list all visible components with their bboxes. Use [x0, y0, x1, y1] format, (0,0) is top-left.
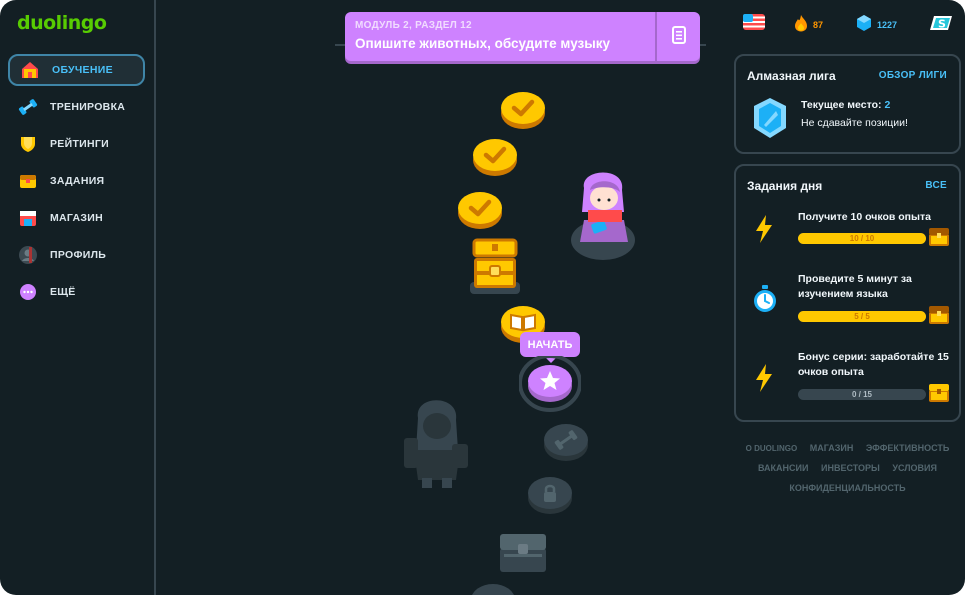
home-icon [20, 60, 40, 80]
timer-icon [752, 284, 778, 318]
unit-title: Опишите животных, обсудите музыку [355, 36, 611, 51]
league-title: Алмазная лига [747, 69, 836, 83]
lesson-node-completed[interactable] [472, 137, 518, 181]
unit-banner: МОДУЛЬ 2, РАЗДЕЛ 12 Опишите животных, об… [345, 12, 700, 61]
lightning-icon [753, 363, 775, 397]
footer-link-careers[interactable]: ВАКАНСИИ [758, 463, 808, 473]
quest-progress-label: 10 / 10 [849, 234, 875, 243]
footer-link-privacy[interactable]: КОНФИДЕНЦИАЛЬНОСТЬ [789, 483, 905, 493]
view-league-link[interactable]: ОБЗОР ЛИГИ [879, 70, 947, 81]
notebook-icon [671, 25, 687, 48]
footer-link-terms[interactable]: УСЛОВИЯ [892, 463, 937, 473]
footer-link-investors[interactable]: ИНВЕСТОРЫ [821, 463, 880, 473]
quest-progress-label: 0 / 15 [851, 390, 872, 399]
character-lily [570, 160, 636, 264]
league-message: Не сдавайте позиции! [801, 117, 908, 129]
duolingo-logo[interactable]: duolingo [17, 12, 107, 34]
avatar-icon [18, 245, 38, 265]
footer-row-1: О DUOLINGO МАГАЗИН ЭФФЕКТИВНОСТЬ [734, 443, 961, 453]
league-card: Алмазная лига ОБЗОР ЛИГИ Текущее место: … [734, 54, 961, 154]
quest-progress-label: 5 / 5 [854, 312, 870, 321]
league-place-label: Текущее место: [801, 99, 882, 111]
locked-lesson-node[interactable] [527, 475, 573, 519]
sidebar-item-more[interactable]: ЕЩЁ [8, 276, 145, 308]
quest-progress-bar: 5 / 5 [798, 311, 926, 322]
super-icon: S [928, 14, 954, 36]
svg-text:S: S [938, 18, 946, 31]
footer-row-3: КОНФИДЕНЦИАЛЬНОСТЬ [734, 483, 961, 493]
locked-chest-node[interactable] [496, 528, 550, 580]
quest-progress-bar: 0 / 15 [798, 389, 926, 400]
sidebar-item-learn[interactable]: ОБУЧЕНИЕ [8, 54, 145, 86]
treasure-chest-icon [470, 238, 520, 294]
streak-count: 87 [813, 20, 824, 30]
sidebar-item-label: ПРОФИЛЬ [50, 249, 107, 261]
footer-link-efficacy[interactable]: ЭФФЕКТИВНОСТЬ [866, 443, 949, 453]
league-place-value: 2 [884, 99, 891, 111]
start-tooltip[interactable]: НАЧАТЬ [520, 332, 580, 363]
guidebook-button[interactable] [655, 12, 700, 61]
character-locked [400, 388, 470, 494]
lightning-icon [753, 214, 775, 248]
treasure-chest-icon [18, 171, 38, 191]
sidebar-item-label: ОБУЧЕНИЕ [52, 64, 113, 76]
sidebar-item-quests[interactable]: ЗАДАНИЯ [8, 165, 145, 197]
treasure-chest-icon [928, 305, 950, 325]
lesson-node-completed[interactable] [500, 90, 546, 134]
sidebar: duolingo ОБУЧЕНИЕ ТРЕНИРОВКА РЕЙТИНГИ ЗА… [0, 0, 156, 595]
divider [335, 44, 345, 46]
chest-node-open[interactable] [468, 236, 522, 300]
league-place: Текущее место: 2 [801, 99, 890, 111]
gems-count: 1227 [877, 20, 898, 30]
us-flag-icon [743, 14, 765, 34]
sidebar-item-label: МАГАЗИН [50, 212, 104, 224]
locked-node-partial[interactable] [470, 582, 516, 595]
gems-counter[interactable]: 1227 [856, 14, 897, 36]
footer-link-shop[interactable]: МАГАЗИН [810, 443, 854, 453]
sidebar-item-practice[interactable]: ТРЕНИРОВКА [8, 91, 145, 123]
diamond-league-icon [752, 97, 788, 143]
unit-subtitle: МОДУЛЬ 2, РАЗДЕЛ 12 [355, 20, 472, 31]
quest-text: Получите 10 очков опыта [798, 211, 931, 223]
shop-icon [18, 208, 38, 228]
streak-counter[interactable]: 87 [794, 14, 823, 36]
treasure-chest-icon [500, 534, 546, 572]
locked-practice-node[interactable] [543, 422, 589, 466]
sidebar-item-profile[interactable]: ПРОФИЛЬ [8, 239, 145, 271]
sidebar-item-shop[interactable]: МАГАЗИН [8, 202, 145, 234]
treasure-chest-icon [928, 227, 950, 247]
lesson-node-current[interactable] [518, 354, 582, 416]
divider [700, 44, 706, 46]
sidebar-item-label: ЕЩЁ [50, 286, 76, 298]
lesson-node-completed[interactable] [457, 190, 503, 234]
daily-quests-card: Задания дня ВСЕ Получите 10 очков опыта … [734, 164, 961, 422]
shield-icon [18, 134, 38, 154]
sidebar-item-label: РЕЙТИНГИ [50, 138, 109, 150]
quest-text: Проведите 5 минут за изучением языка [798, 273, 912, 300]
app-window: duolingo ОБУЧЕНИЕ ТРЕНИРОВКА РЕЙТИНГИ ЗА… [0, 0, 965, 595]
quest-text: Бонус серии: заработайте 15 очков опыта [798, 351, 949, 378]
more-icon [18, 282, 38, 302]
super-button[interactable]: S [928, 14, 954, 36]
dumbbell-icon [18, 97, 38, 117]
sidebar-item-leaderboards[interactable]: РЕЙТИНГИ [8, 128, 145, 160]
language-selector[interactable] [743, 14, 765, 34]
quests-title: Задания дня [747, 179, 823, 193]
view-all-quests-link[interactable]: ВСЕ [925, 180, 947, 191]
gem-icon [856, 14, 872, 36]
sidebar-item-label: ТРЕНИРОВКА [50, 101, 126, 113]
footer-link-about[interactable]: О DUOLINGO [746, 444, 798, 453]
book-icon [510, 313, 536, 332]
sidebar-item-label: ЗАДАНИЯ [50, 175, 105, 187]
quest-progress-bar: 10 / 10 [798, 233, 926, 244]
fire-icon [794, 14, 808, 36]
footer-row-2: ВАКАНСИИ ИНВЕСТОРЫ УСЛОВИЯ [734, 463, 961, 473]
treasure-chest-icon [928, 383, 950, 403]
